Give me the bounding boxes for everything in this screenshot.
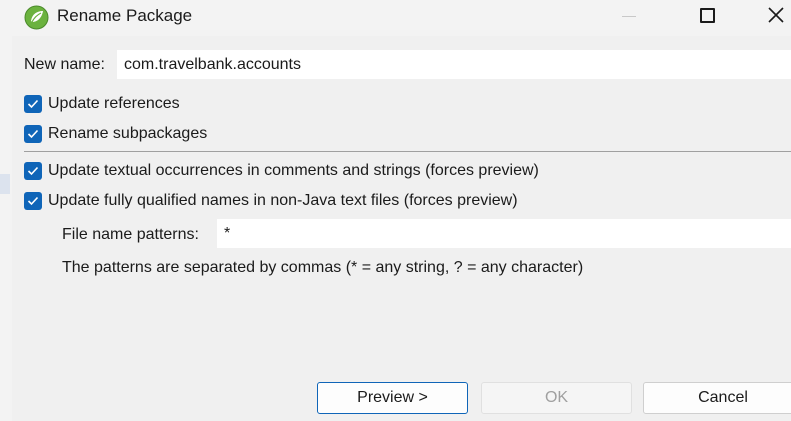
maximize-icon[interactable]: [700, 8, 715, 23]
update-references-checkbox[interactable]: Update references: [24, 93, 180, 115]
title-bar[interactable]: Rename Package: [12, 0, 791, 36]
update-textual-occurrences-checkbox[interactable]: Update textual occurrences in comments a…: [24, 160, 539, 182]
dialog-body: New name: Update references Rename subpa…: [12, 36, 791, 421]
rename-subpackages-checkbox[interactable]: Rename subpackages: [24, 123, 207, 145]
window-title: Rename Package: [57, 6, 193, 25]
divider: [24, 151, 791, 152]
minimize-icon[interactable]: [622, 16, 636, 17]
close-icon[interactable]: [767, 6, 785, 24]
patterns-hint-text: The patterns are separated by commas (* …: [62, 259, 584, 276]
eclipse-spring-leaf-icon: [24, 5, 49, 30]
preview-button[interactable]: Preview >: [317, 382, 468, 414]
update-qualified-names-checkbox[interactable]: Update fully qualified names in non-Java…: [24, 190, 518, 212]
update-references-label: Update references: [48, 95, 180, 112]
cancel-button[interactable]: Cancel: [643, 382, 791, 414]
rename-subpackages-label: Rename subpackages: [48, 125, 208, 142]
background-selection-marker: [0, 174, 10, 194]
new-name-label: New name:: [24, 56, 105, 73]
checkmark-icon: [24, 125, 42, 143]
checkmark-icon: [24, 162, 42, 180]
ok-button[interactable]: OK: [481, 382, 632, 414]
update-textual-occurrences-label: Update textual occurrences in comments a…: [48, 162, 539, 179]
checkmark-icon: [24, 95, 42, 113]
new-name-input[interactable]: [117, 50, 791, 79]
file-name-patterns-label: File name patterns:: [62, 226, 199, 243]
update-qualified-names-label: Update fully qualified names in non-Java…: [48, 192, 518, 209]
file-name-patterns-input[interactable]: [217, 219, 791, 248]
checkmark-icon: [24, 192, 42, 210]
